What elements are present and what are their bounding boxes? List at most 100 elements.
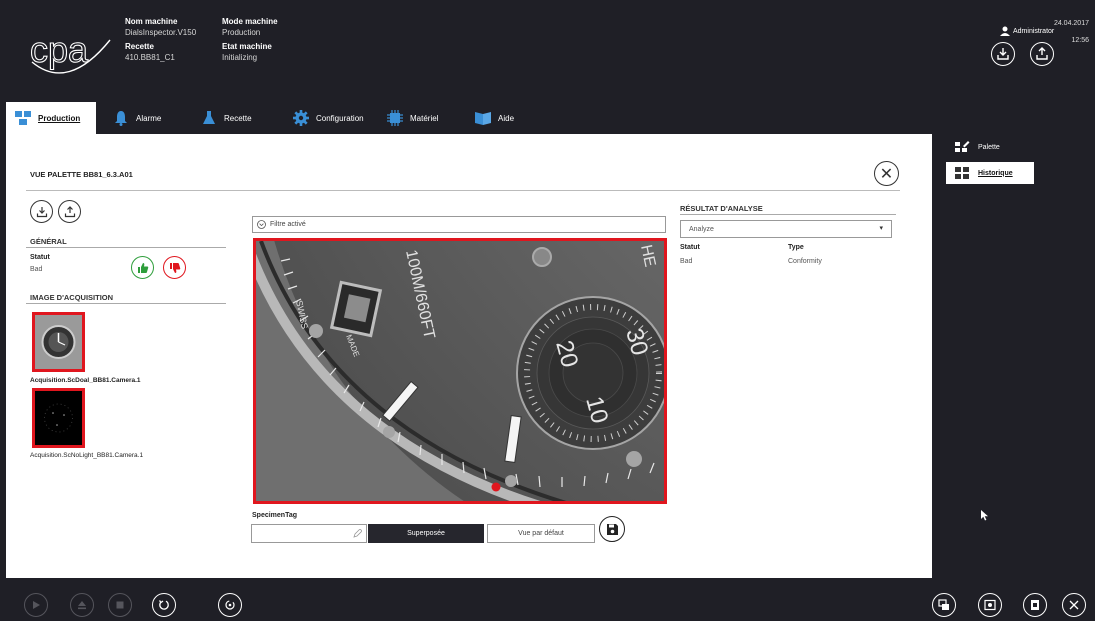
analysis-dropdown[interactable]: Analyze ▾ [680,220,892,238]
caret-down-icon: ▾ [879,225,883,232]
pen-icon [353,529,362,538]
specimen-tag-input[interactable] [251,524,367,543]
main-panel: VUE PALETTE BB81_6.3.A01 ✕ GÉNÉRAL Statu… [6,134,932,578]
good-button[interactable] [131,256,154,279]
chip-icon [386,109,404,127]
tab-configuration-label: Configuration [316,113,364,123]
flask-icon [200,109,218,127]
header-download-button[interactable] [991,42,1015,66]
recipe-value: 410.BB81_C1 [125,53,175,62]
eject-button[interactable] [70,593,94,617]
general-section-title: GÉNÉRAL [30,237,67,246]
user-icon [1000,26,1010,36]
overlay-button[interactable]: Superposée [368,524,484,543]
bell-icon [112,109,130,127]
header-upload-button[interactable] [1030,42,1054,66]
recipe-label: Recette [125,42,154,51]
tab-production[interactable]: Production [6,102,96,134]
title-divider [26,190,900,191]
machine-info-right: Mode machine Production Etat machine Ini… [222,16,278,66]
screenshot-button[interactable] [978,593,1002,617]
tab-recette[interactable]: Recette [192,102,260,134]
filter-label: Filtre activé [270,221,306,228]
side-item-palette-label: Palette [978,143,1000,151]
stop-icon [116,601,124,609]
acquisition-image[interactable]: SWISS MADE 100M/660FT HE 20 30 10 [253,238,667,504]
machine-mode-label: Mode machine [222,17,278,26]
tab-materiel[interactable]: Matériel [378,102,446,134]
download-button[interactable] [30,200,53,223]
refresh-icon [225,600,235,610]
tab-production-label: Production [38,113,81,123]
mouse-cursor-icon [981,510,988,521]
result-section-title: RÉSULTAT D'ANALYSE [680,204,763,213]
download-icon [36,206,47,217]
acquisition-thumb-1[interactable] [32,312,85,372]
thumbs-up-icon [137,262,148,273]
general-status-value: Bad [30,266,43,273]
tab-alarme[interactable]: Alarme [104,102,169,134]
acquisition-divider [26,303,226,304]
tab-alarme-label: Alarme [136,113,162,123]
chevron-down-circle-icon [257,220,266,229]
refresh-button[interactable] [218,593,242,617]
side-item-historique[interactable]: Historique [946,162,1034,184]
svg-text:cpa: cpa [30,29,89,70]
tab-aide[interactable]: Aide [466,102,522,134]
eject-icon [78,601,86,610]
machine-name-value: DialsInspector.V150 [125,28,197,37]
close-view-button[interactable]: ✕ [874,161,899,186]
tab-configuration[interactable]: Configuration [284,102,372,134]
history-boxes-icon [955,167,969,179]
play-icon [33,601,40,609]
thumbs-down-icon [169,262,180,273]
close-icon: ✕ [879,165,894,183]
stop-button[interactable] [108,593,132,617]
exit-button[interactable] [1062,593,1086,617]
user-name: Administrator [1013,27,1055,35]
result-type-value: Conformity [788,258,822,265]
reset-button[interactable] [152,593,176,617]
time-text: 12:56 [1071,37,1089,44]
screen-switch-button[interactable] [932,593,956,617]
header: cpa Nom machine DialsInspector.V150 Rece… [0,0,1095,98]
floppy-disk-icon [606,523,618,535]
machine-state-value: Initializing [222,53,258,62]
machine-info-left: Nom machine DialsInspector.V150 Recette … [125,16,196,66]
filter-toggle[interactable]: Filtre activé [252,216,666,233]
machine-name-label: Nom machine [125,17,178,26]
upload-button[interactable] [58,200,81,223]
close-icon [1069,600,1079,610]
play-button[interactable] [24,593,48,617]
general-status-label: Statut [30,254,50,261]
result-status-value: Bad [680,258,693,265]
tab-recette-label: Recette [224,113,252,123]
date-text: 24.04.2017 [1053,20,1089,27]
default-view-button[interactable]: Vue par défaut [487,524,595,543]
bad-button[interactable] [163,256,186,279]
boxes-icon [14,109,32,127]
specimen-tag-label: SpecimenTag [252,512,297,519]
acquisition-thumb-2[interactable] [32,388,85,448]
acquisition-caption-2: Acquisition.ScNoLight_BB81.Camera.1 [30,452,144,459]
general-divider [26,247,226,248]
tab-aide-label: Aide [498,113,515,123]
watch-dial-image: SWISS MADE 100M/660FT HE 20 30 10 [256,241,664,501]
download-tray-icon [997,48,1009,60]
user-info[interactable]: Administrator [1000,26,1054,36]
datetime: 24.04.2017 12:56 [1054,15,1089,49]
result-status-label: Statut [680,244,700,251]
side-item-historique-label: Historique [978,169,1013,177]
dark-thumbnail [35,391,82,445]
save-button[interactable] [599,516,625,542]
gear-icon [292,109,310,127]
analysis-dropdown-value: Analyze [689,225,714,233]
book-icon [474,109,492,127]
machine-mode-value: Production [222,28,261,37]
side-item-palette[interactable]: Palette [946,136,1034,158]
upload-icon [64,205,75,217]
tab-materiel-label: Matériel [410,113,439,123]
palette-icon [955,141,970,152]
window-swap-icon [938,599,949,610]
export-button[interactable] [1023,593,1047,617]
